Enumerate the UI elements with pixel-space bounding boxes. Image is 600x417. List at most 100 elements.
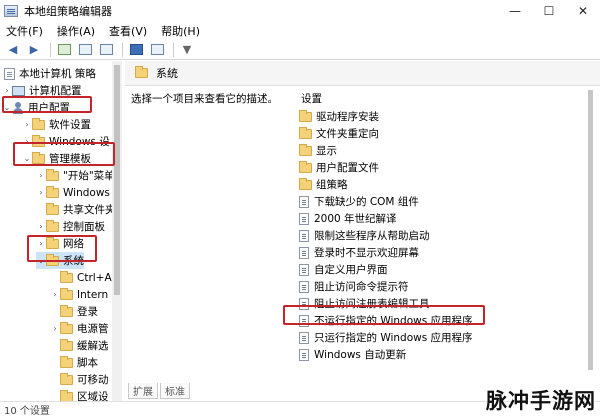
folder-icon [46, 219, 59, 232]
tree-item-removable-storage[interactable]: 可移动 [50, 371, 109, 388]
folder-icon [46, 168, 59, 181]
chevron-right-icon[interactable]: › [50, 324, 60, 333]
folder-icon [60, 321, 73, 334]
folder-icon [32, 117, 45, 130]
list-item-label: 用户配置文件 [316, 162, 379, 174]
list-item-label: 下载缺少的 COM 组件 [314, 196, 419, 208]
tab-extended[interactable]: 扩展 [128, 383, 158, 399]
export-list-icon[interactable] [97, 42, 115, 58]
folder-icon [135, 66, 148, 78]
list-item-folder[interactable]: 用户配置文件 [299, 159, 379, 176]
setting-icon [299, 229, 309, 242]
toolbar-separator [173, 42, 174, 57]
list-item-folder[interactable]: 显示 [299, 142, 337, 159]
tree-item-label: 缓解选 [77, 340, 109, 352]
folder-icon [60, 372, 73, 385]
close-button[interactable]: ✕ [566, 0, 600, 22]
tree-item-windows-components[interactable]: › Windows [36, 184, 110, 201]
chevron-right-icon[interactable]: › [36, 222, 46, 231]
tree-item-label: 电源管 [77, 323, 109, 335]
list-item-setting[interactable]: 只运行指定的 Windows 应用程序 [299, 329, 473, 346]
menu-bar: 文件(F) 操作(A) 查看(V) 帮助(H) [0, 22, 600, 40]
tree-item-label: 共享文件夹 [63, 204, 116, 216]
folder-icon [60, 389, 73, 401]
setting-icon [299, 331, 309, 344]
tree-item-scripts[interactable]: 脚本 [50, 354, 98, 371]
tree-item-shared-folders[interactable]: 共享文件夹 [36, 201, 116, 218]
folder-icon [60, 338, 73, 351]
list-item-setting[interactable]: 自定义用户界面 [299, 261, 388, 278]
list-item-setting[interactable]: Windows 自动更新 [299, 346, 406, 363]
show-hide-tree-icon[interactable] [76, 42, 94, 58]
list-item-folder[interactable]: 组策略 [299, 176, 348, 193]
list-item-label: 自定义用户界面 [314, 264, 388, 276]
chevron-right-icon[interactable]: › [22, 120, 32, 129]
tree-scrollbar-thumb[interactable] [114, 65, 120, 295]
maximize-button[interactable]: ☐ [532, 0, 566, 22]
tree-item-mitigation[interactable]: 缓解选 [50, 337, 109, 354]
folder-icon [299, 126, 312, 139]
list-item-label: 文件夹重定向 [316, 128, 379, 140]
forward-icon[interactable]: ▶ [25, 42, 43, 58]
back-icon[interactable]: ◀ [4, 42, 22, 58]
tree-item-power[interactable]: › 电源管 [50, 320, 109, 337]
column-header-setting[interactable]: 设置 [301, 91, 322, 106]
folder-icon [60, 270, 73, 283]
tree-item-internet[interactable]: › Intern [50, 286, 108, 303]
list-item-setting[interactable]: 限制这些程序从帮助启动 [299, 227, 430, 244]
folder-icon [60, 304, 73, 317]
tree-item-label: 控制面板 [63, 221, 105, 233]
tab-standard[interactable]: 标准 [160, 383, 190, 399]
list-item-label: 限制这些程序从帮助启动 [314, 230, 430, 242]
list-item-folder[interactable]: 文件夹重定向 [299, 125, 379, 142]
menu-action[interactable]: 操作(A) [57, 23, 95, 39]
list-item-setting[interactable]: 2000 年世纪解译 [299, 210, 397, 227]
toolbar-separator [50, 42, 51, 57]
tree-item-ctrl-alt-del[interactable]: Ctrl+A [50, 269, 112, 286]
help-icon[interactable] [127, 42, 145, 58]
list-item-setting[interactable]: 下载缺少的 COM 组件 [299, 193, 419, 210]
group-policy-app-icon [4, 5, 18, 17]
chevron-right-icon[interactable]: › [36, 171, 46, 180]
list-item-label: Windows 自动更新 [314, 349, 407, 361]
details-scrollbar[interactable] [586, 86, 596, 376]
tree-item-label: 区域设 [77, 391, 109, 401]
toolbar: ◀ ▶ ▼ [0, 40, 600, 60]
chevron-right-icon[interactable]: › [2, 86, 12, 95]
menu-view[interactable]: 查看(V) [109, 23, 147, 39]
view-tabs: 扩展 标准 [128, 383, 192, 399]
details-scrollbar-thumb[interactable] [588, 90, 593, 370]
chevron-right-icon[interactable]: › [50, 290, 60, 299]
properties-icon[interactable] [148, 42, 166, 58]
tree-item-start-menu[interactable]: › "开始"菜单 [36, 167, 115, 184]
tree-item-logon[interactable]: 登录 [50, 303, 98, 320]
folder-icon [299, 177, 312, 190]
policy-doc-icon [4, 67, 15, 80]
minimize-button[interactable]: — [498, 0, 532, 22]
setting-icon [299, 246, 309, 259]
setting-icon [299, 212, 309, 225]
menu-help[interactable]: 帮助(H) [161, 23, 200, 39]
tree-item-label: Ctrl+A [77, 271, 112, 284]
tree-scrollbar[interactable] [112, 61, 122, 401]
tree-item-label: Windows [63, 186, 110, 199]
tree-item-label: 本地计算机 策略 [19, 68, 96, 80]
list-item-folder[interactable]: 驱动程序安装 [299, 108, 379, 125]
list-item-setting[interactable]: 阻止访问命令提示符 [299, 278, 409, 295]
menu-file[interactable]: 文件(F) [6, 23, 43, 39]
filter-icon[interactable]: ▼ [178, 42, 196, 58]
tree-item-software-settings[interactable]: › 软件设置 [22, 116, 91, 133]
computer-icon [12, 85, 25, 96]
list-item-setting[interactable]: 登录时不显示欢迎屏幕 [299, 244, 419, 261]
tree-item-control-panel[interactable]: › 控制面板 [36, 218, 105, 235]
tree-item-locale[interactable]: 区域设 [50, 388, 109, 401]
folder-icon [299, 160, 312, 173]
list-item-label: 登录时不显示欢迎屏幕 [314, 247, 419, 259]
chevron-right-icon[interactable]: › [36, 188, 46, 197]
folder-up-icon[interactable] [55, 42, 73, 58]
folder-icon [46, 202, 59, 215]
tree-item-local-computer-policy[interactable]: 本地计算机 策略 [4, 65, 96, 82]
setting-icon [299, 280, 309, 293]
folder-icon [299, 143, 312, 156]
folder-icon [60, 287, 73, 300]
